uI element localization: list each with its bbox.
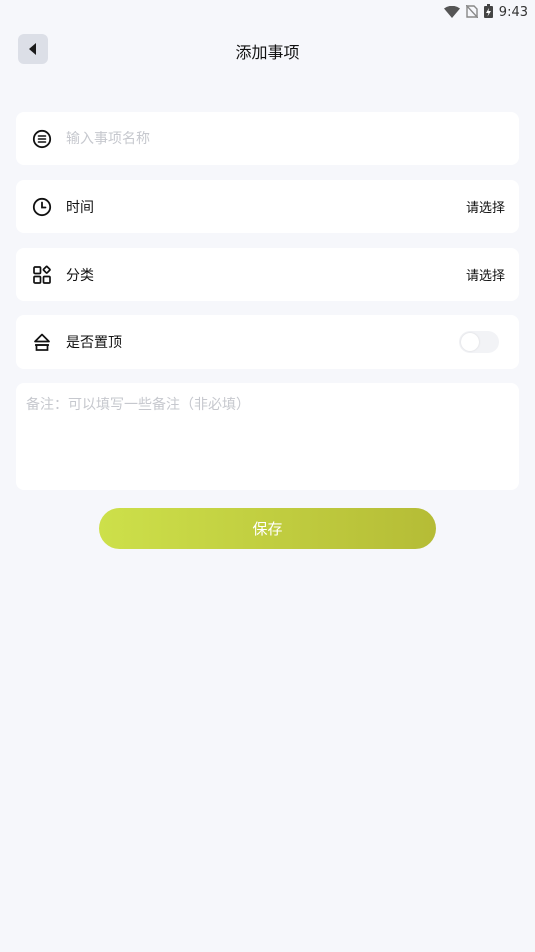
battery-charging-icon [483,3,493,22]
list-circle-icon [32,129,52,149]
category-grid-icon [32,265,52,285]
status-icons: 9:43 [443,3,528,22]
category-value[interactable]: 请选择 [466,265,505,284]
clock-icon [32,197,52,217]
pin-toggle[interactable] [459,331,499,353]
name-card [16,112,519,165]
status-bar: 9:43 [0,0,535,22]
category-label: 分类 [66,267,94,284]
wifi-icon [443,3,460,22]
pin-label: 是否置顶 [66,335,122,351]
no-sim-icon [465,3,479,22]
pin-row: 是否置顶 [16,315,519,369]
note-textarea[interactable] [16,383,519,490]
time-value[interactable]: 请选择 [466,197,505,216]
page-title: 添加事项 [235,43,300,62]
note-card [16,383,519,490]
pin-top-icon [32,332,52,352]
item-name-input[interactable] [66,130,505,147]
pin-toggle-knob [461,333,479,351]
header: 添加事项 [0,34,535,64]
category-row[interactable]: 分类 请选择 [16,248,519,301]
time-row[interactable]: 时间 请选择 [16,180,519,233]
status-time: 9:43 [498,5,528,20]
time-label: 时间 [66,199,94,216]
save-button[interactable]: 保存 [99,508,436,549]
